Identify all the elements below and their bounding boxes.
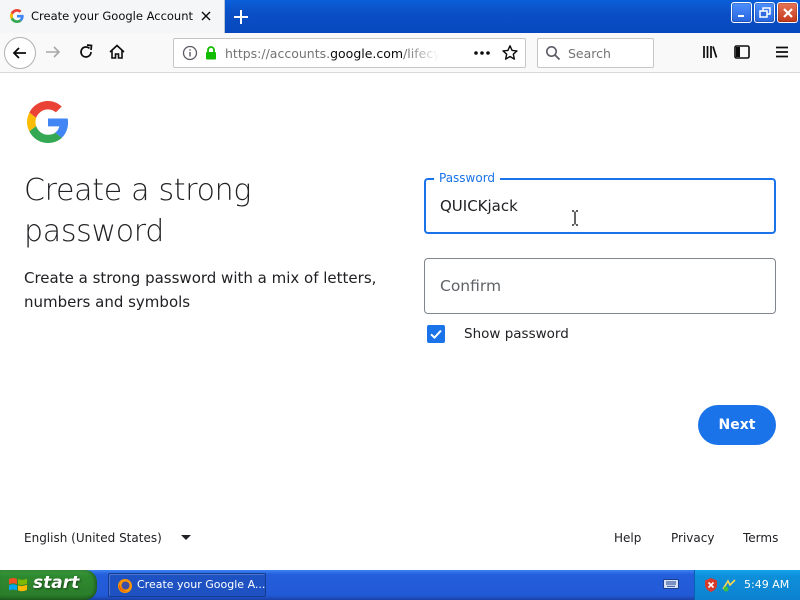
navigation-toolbar: https://accounts.google.com/lifecycle Se…: [0, 33, 800, 73]
tab-strip: Create your Google Account: [0, 0, 800, 33]
url-domain: google.com: [330, 46, 404, 61]
tab-title: Create your Google Account: [31, 9, 194, 23]
minimize-window-button[interactable]: [731, 2, 752, 23]
system-tray: 5:49 AM: [694, 570, 800, 600]
restore-window-button[interactable]: [754, 2, 775, 23]
close-window-button[interactable]: [777, 2, 798, 23]
page-description: Create a strong password with a mix of l…: [24, 269, 377, 311]
url-prefix: https://accounts.: [225, 46, 331, 61]
network-icon[interactable]: [721, 577, 737, 593]
info-icon[interactable]: [182, 45, 198, 61]
new-tab-icon[interactable]: [229, 5, 253, 29]
confirm-field[interactable]: Confirm: [424, 258, 776, 314]
search-icon: [546, 46, 561, 61]
back-arrow-icon: [12, 47, 26, 59]
firefox-icon: [118, 579, 132, 593]
language-selector[interactable]: English (United States): [24, 531, 162, 545]
windows-logo-icon: [9, 578, 27, 592]
footer-link-help[interactable]: Help: [614, 531, 641, 545]
page-title: Create a strong password: [24, 173, 252, 249]
lock-icon[interactable]: [203, 45, 219, 61]
taskbar: start Create your Google A... 5:49 AM: [0, 570, 800, 600]
search-bar[interactable]: Search: [537, 38, 654, 68]
library-icon[interactable]: [700, 42, 720, 62]
start-button[interactable]: start: [0, 570, 97, 600]
checkmark-icon: [430, 329, 442, 340]
security-alert-icon[interactable]: [703, 577, 719, 593]
footer-link-terms[interactable]: Terms: [743, 531, 778, 545]
chevron-down-icon[interactable]: [181, 535, 191, 541]
url-suffix: /lifecycle: [403, 46, 439, 61]
footer-link-privacy[interactable]: Privacy: [671, 531, 714, 545]
keyboard-icon[interactable]: [663, 578, 679, 590]
page-actions-icon[interactable]: [473, 50, 491, 56]
password-label: Password: [434, 171, 501, 185]
start-label: start: [33, 573, 80, 593]
sidebar-icon[interactable]: [732, 42, 752, 62]
show-password-label[interactable]: Show password: [464, 326, 569, 342]
taskbar-item-label: Create your Google A...: [137, 578, 266, 591]
next-button[interactable]: Next: [698, 405, 776, 445]
browser-tab[interactable]: Create your Google Account: [0, 0, 225, 33]
text-cursor-icon: [572, 210, 578, 226]
clock: 5:49 AM: [744, 578, 790, 591]
taskbar-item-firefox[interactable]: Create your Google A...: [108, 573, 266, 597]
url-bar[interactable]: https://accounts.google.com/lifecycle: [173, 38, 526, 68]
forward-arrow-icon[interactable]: [43, 42, 63, 62]
reload-icon[interactable]: [76, 42, 96, 62]
google-g-icon: [10, 9, 24, 23]
password-field[interactable]: Password QUICKjack: [424, 171, 776, 234]
close-tab-icon[interactable]: [199, 9, 213, 23]
home-icon[interactable]: [107, 42, 127, 62]
menu-icon[interactable]: [772, 42, 792, 62]
show-password-checkbox[interactable]: [427, 325, 445, 343]
confirm-placeholder: Confirm: [440, 277, 502, 295]
password-value[interactable]: QUICKjack: [440, 197, 518, 215]
google-logo-icon: [27, 101, 69, 143]
url-text[interactable]: https://accounts.google.com/lifecycle: [225, 46, 439, 62]
search-placeholder: Search: [568, 46, 611, 61]
back-button[interactable]: [4, 37, 36, 69]
bookmark-star-icon[interactable]: [501, 44, 519, 62]
